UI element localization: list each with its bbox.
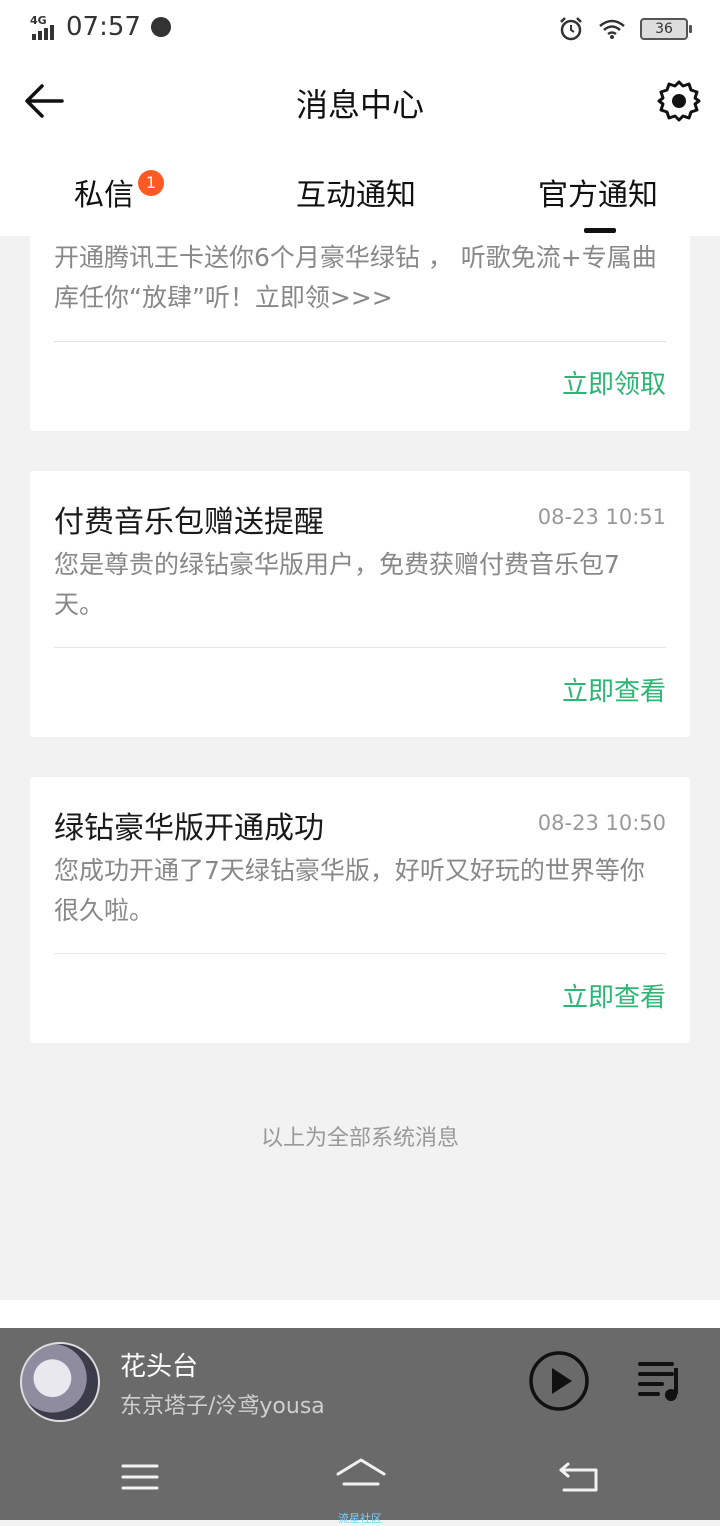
status-bar: 4G 07:57 36 — [0, 0, 720, 56]
mini-player[interactable]: 花头台 东京塔子/泠鸢yousa — [0, 1328, 720, 1432]
home-icon[interactable] — [334, 1456, 388, 1496]
message-time: 08-23 10:50 — [537, 811, 666, 835]
playlist-icon[interactable] — [636, 1358, 686, 1404]
view-now-link[interactable]: 立即查看 — [562, 977, 666, 1014]
menu-icon[interactable] — [120, 1462, 160, 1492]
home-label: 流星社区 — [338, 1512, 382, 1525]
song-title: 花头台 — [120, 1352, 199, 1382]
tab-official-notices[interactable]: 官方通知 — [538, 170, 658, 214]
tab-bar: 私信 1 互动通知 官方通知 — [0, 152, 720, 236]
message-body: 您是尊贵的绿钻豪华版用户，免费获赠付费音乐包7天。 — [54, 550, 620, 619]
alarm-icon — [560, 17, 582, 41]
message-card: 付费音乐包赠送提醒 08-23 10:51 您是尊贵的绿钻豪华版用户，免费获赠付… — [30, 471, 690, 737]
gear-icon[interactable] — [656, 78, 702, 124]
message-body: 您成功开通了7天绿钻豪华版，好听又好玩的世界等你很久啦。 — [54, 856, 645, 925]
message-title: 绿钻豪华版开通成功 — [54, 811, 324, 846]
active-tab-indicator — [584, 228, 616, 233]
system-nav-bar: 流星社区 — [0, 1432, 720, 1525]
status-time: 07:57 — [66, 12, 141, 42]
battery-indicator: 36 — [640, 18, 692, 40]
play-icon[interactable] — [528, 1350, 590, 1412]
end-of-list-note: 以上为全部系统消息 — [260, 1126, 459, 1151]
message-card: 开通腾讯王卡送你6个月豪华绿钻 ， 听歌免流+专属曲库任你“放肆”听！立即领>>… — [30, 236, 690, 431]
song-artist: 东京塔子/泠鸢yousa — [120, 1394, 325, 1419]
tab-interaction-notices[interactable]: 互动通知 — [296, 170, 416, 214]
page-title: 消息中心 — [295, 86, 424, 124]
album-cover[interactable] — [20, 1342, 100, 1422]
card-divider — [54, 647, 666, 648]
message-time: 08-23 10:51 — [537, 505, 666, 529]
claim-now-link[interactable]: 立即领取 — [562, 364, 666, 401]
tab-private-messages[interactable]: 私信 — [74, 170, 134, 214]
message-title: 付费音乐包赠送提醒 — [54, 505, 324, 540]
message-card: 绿钻豪华版开通成功 08-23 10:50 您成功开通了7天绿钻豪华版，好听又好… — [30, 777, 690, 1043]
message-list[interactable]: 开通腾讯王卡送你6个月豪华绿钻 ， 听歌免流+专属曲库任你“放肆”听！立即领>>… — [0, 236, 720, 1300]
view-now-link[interactable]: 立即查看 — [562, 671, 666, 708]
divider-strip — [0, 1300, 720, 1328]
wifi-icon — [599, 19, 625, 39]
card-divider — [54, 953, 666, 954]
globe-icon — [150, 17, 171, 37]
signal-icon: 4G — [30, 14, 60, 40]
header: 消息中心 — [0, 56, 720, 152]
unread-badge: 1 — [138, 170, 164, 196]
message-body: 开通腾讯王卡送你6个月豪华绿钻 ， 听歌免流+专属曲库任你“放肆”听！立即领>>… — [54, 243, 657, 312]
status-left: 4G 07:57 — [30, 12, 171, 42]
card-divider — [54, 341, 666, 342]
status-right: 36 — [558, 16, 692, 42]
return-icon[interactable] — [556, 1460, 602, 1494]
